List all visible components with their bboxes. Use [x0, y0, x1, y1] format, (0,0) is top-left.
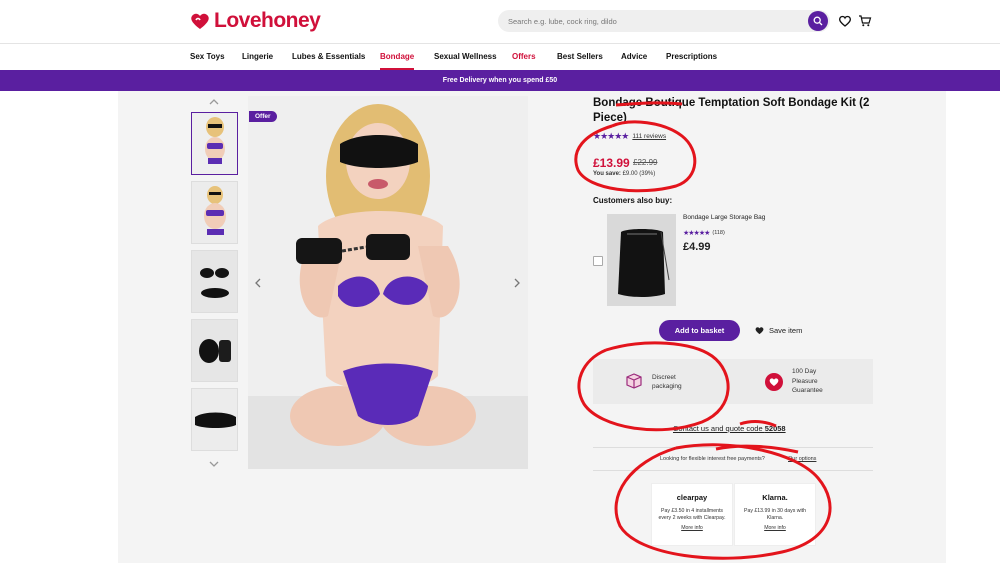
- savings-value: £9.00 (39%): [622, 171, 656, 177]
- product-price: £13.99: [593, 156, 630, 170]
- klarna-card: Klarna. Pay £13.99 in 30 days with Klarn…: [734, 483, 816, 546]
- discreet-packaging-text: Discreet packaging: [652, 374, 682, 390]
- thumbnail-5[interactable]: [191, 388, 238, 451]
- nav-sexual-wellness[interactable]: Sexual Wellness: [434, 52, 497, 61]
- nav-sex-toys[interactable]: Sex Toys: [190, 52, 225, 61]
- search-button[interactable]: [808, 11, 828, 31]
- also-buy-name[interactable]: Bondage Large Storage Bag: [683, 214, 765, 221]
- site-header: Lovehoney: [0, 0, 1000, 44]
- star-rating-icon: ★★★★★: [593, 131, 629, 141]
- nav-advice[interactable]: Advice: [621, 52, 647, 61]
- prev-image-arrow-icon[interactable]: [253, 277, 263, 289]
- reviews-link[interactable]: 111 reviews: [632, 133, 666, 140]
- thumbnail-cuffs-image: [192, 251, 237, 312]
- thumbnail-blindfold-image: [192, 389, 237, 450]
- clearpay-logo: clearpay: [676, 493, 708, 502]
- also-buy-checkbox[interactable]: [593, 256, 603, 266]
- basket-icon[interactable]: [858, 14, 872, 28]
- quote-code: 52058: [764, 424, 786, 433]
- heart-logo-icon: [191, 13, 209, 29]
- klarna-logo: Klarna.: [762, 493, 788, 502]
- search-icon: [813, 16, 823, 26]
- star-rating-icon: ★★★★★: [683, 230, 710, 237]
- product-rating: ★★★★★ 111 reviews: [593, 131, 666, 142]
- main-nav: Sex Toys Lingerie Lubes & Essentials Bon…: [0, 44, 1000, 70]
- savings-label: You save:: [593, 171, 621, 177]
- thumbnail-1[interactable]: [191, 112, 238, 175]
- klarna-text: Pay £13.99 in 30 days with Klarna.: [743, 508, 806, 521]
- nav-prescriptions[interactable]: Prescriptions: [666, 52, 717, 61]
- savings-text: You save: £9.00 (39%): [593, 171, 655, 177]
- clearpay-text: Pay £3.50 in 4 installments every 2 week…: [658, 508, 726, 521]
- wishlist-heart-icon[interactable]: [838, 14, 852, 28]
- divider: [593, 447, 873, 448]
- thumbnail-2[interactable]: [191, 181, 238, 244]
- also-buy-review-count: (118): [712, 230, 725, 236]
- save-item-label: Save item: [769, 326, 803, 335]
- thumbnail-model-image: [192, 182, 237, 243]
- main-product-image[interactable]: [248, 96, 528, 469]
- also-buy-image[interactable]: [607, 214, 676, 306]
- contact-text: Contact us and quote code: [673, 424, 765, 433]
- guarantee-text: 100 Day Pleasure Guarantee: [792, 368, 823, 394]
- package-icon: [626, 373, 642, 389]
- klarna-more-info-link[interactable]: More info: [735, 525, 815, 531]
- finance-question: Looking for flexible interest free payme…: [660, 456, 765, 462]
- thumbs-up-chevron-icon[interactable]: [208, 97, 220, 107]
- also-buy-price: £4.99: [683, 241, 711, 253]
- save-item-button[interactable]: Save item: [755, 326, 802, 335]
- storage-bag-image: [607, 214, 676, 306]
- heart-icon: [755, 327, 764, 335]
- clearpay-card: clearpay Pay £3.50 in 4 installments eve…: [651, 483, 733, 546]
- offer-badge: Offer: [249, 111, 277, 122]
- nav-offers[interactable]: Offers: [512, 52, 536, 61]
- divider: [593, 470, 873, 471]
- search-bar: [498, 10, 830, 32]
- also-buy-heading: Customers also buy:: [593, 196, 673, 205]
- thumbnail-model-image: [192, 113, 237, 174]
- search-input[interactable]: [508, 10, 798, 32]
- finance-options-link[interactable]: Our options: [788, 456, 816, 462]
- promo-text: Free Delivery when you spend £50: [442, 77, 558, 84]
- thumbnail-cuff-image: [192, 320, 237, 381]
- clearpay-more-info-link[interactable]: More info: [652, 525, 732, 531]
- add-to-basket-button[interactable]: Add to basket: [659, 320, 740, 341]
- logo-text: Lovehoney: [214, 9, 321, 32]
- guarantee-heart-icon: [765, 373, 783, 391]
- next-image-arrow-icon[interactable]: [512, 277, 522, 289]
- product-model-image: [248, 96, 528, 469]
- also-buy-rating: ★★★★★ (118): [683, 229, 725, 237]
- thumbnail-3[interactable]: [191, 250, 238, 313]
- nav-lubes-essentials[interactable]: Lubes & Essentials: [292, 52, 365, 61]
- nav-bondage[interactable]: Bondage: [380, 52, 415, 70]
- promo-banner[interactable]: Free Delivery when you spend £50: [0, 70, 1000, 91]
- nav-lingerie[interactable]: Lingerie: [242, 52, 273, 61]
- lovehoney-logo[interactable]: Lovehoney: [190, 8, 321, 34]
- thumbs-down-chevron-icon[interactable]: [208, 459, 220, 469]
- contact-us-link[interactable]: Contact us and quote code 52058: [673, 424, 786, 433]
- was-price: £22.99: [633, 158, 658, 167]
- thumbnail-4[interactable]: [191, 319, 238, 382]
- product-area: [118, 91, 946, 563]
- product-title: Bondage Boutique Temptation Soft Bondage…: [593, 97, 870, 124]
- nav-best-sellers[interactable]: Best Sellers: [557, 52, 603, 61]
